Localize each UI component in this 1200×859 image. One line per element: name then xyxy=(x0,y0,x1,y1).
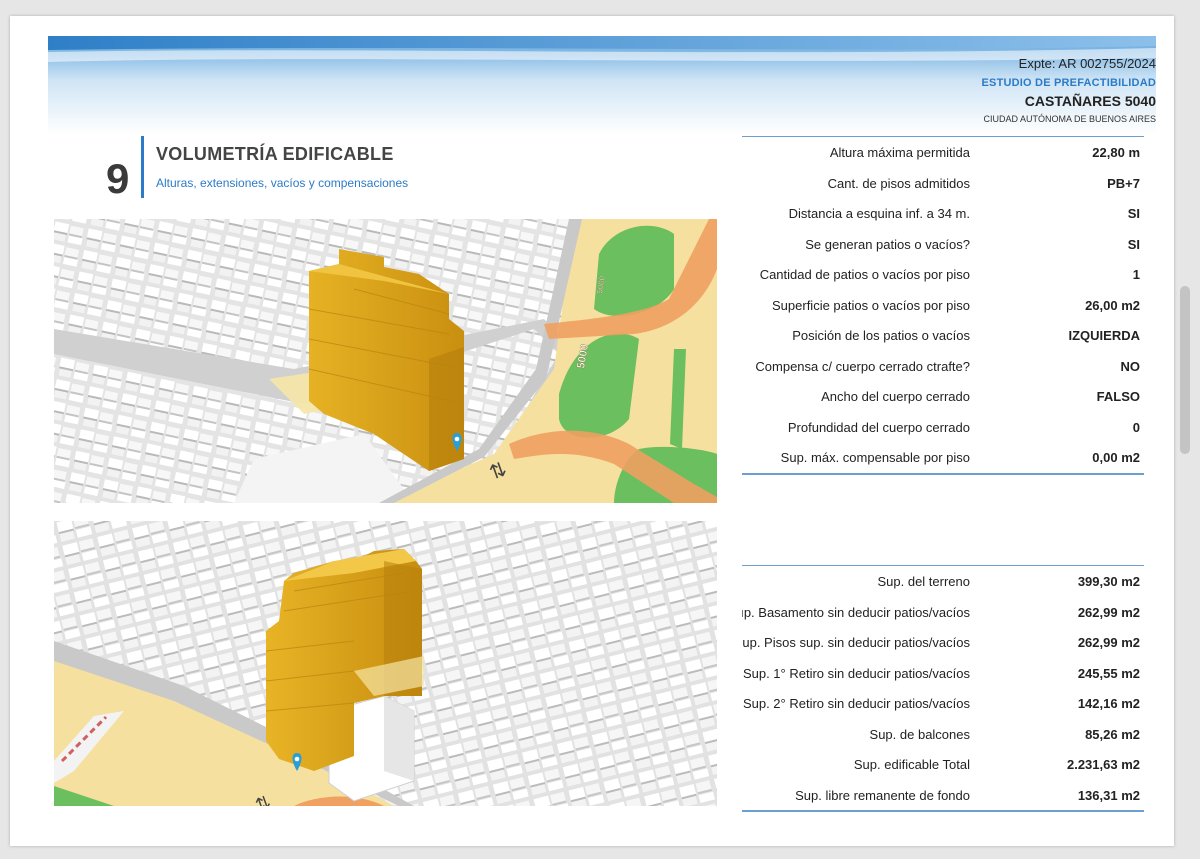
section-divider xyxy=(141,136,144,198)
row-value: 136,31 m2 xyxy=(1077,787,1140,803)
row-value: PB+7 xyxy=(1107,175,1140,191)
study-type: ESTUDIO DE PREFACTIBILIDAD xyxy=(981,77,1156,89)
row-value: 26,00 m2 xyxy=(1085,297,1140,313)
row-value: IZQUIERDA xyxy=(1068,328,1141,343)
table-row: Cant. de pisos admitidos PB+7 xyxy=(742,168,1144,199)
row-value: 0,00 m2 xyxy=(1092,450,1140,465)
table-row: Sup. edificable Total 2.231,63 m2 xyxy=(742,749,1144,780)
row-value: NO xyxy=(1120,358,1141,374)
table-row: Cantidad de patios o vacíos por piso 1 xyxy=(742,259,1144,290)
table-row: up. Pisos sup. sin deducir patios/vacíos… xyxy=(742,627,1144,658)
table-row: Se generan patios o vacíos? SI xyxy=(742,229,1144,260)
row-label: Sup. de balcones xyxy=(869,726,970,742)
row-label: ıp. Basamento sin deducir patios/vacíos xyxy=(742,604,970,620)
table-row: Sup. del terreno 399,30 m2 xyxy=(742,566,1144,597)
table-row: Sup. máx. compensable por piso 0,00 m2 xyxy=(742,442,1144,473)
table-row: Ancho del cuerpo cerrado FALSO xyxy=(742,381,1144,412)
table-row: Posición de los patios o vacíos IZQUIERDA xyxy=(742,320,1144,351)
row-value: SI xyxy=(1127,236,1140,252)
expediente-number: Expte: AR 002755/2024 xyxy=(1018,56,1156,71)
row-value: 245,55 m2 xyxy=(1077,665,1140,681)
row-value: 1 xyxy=(1132,267,1140,282)
row-value: 85,26 m2 xyxy=(1085,726,1140,742)
section-title: VOLUMETRÍA EDIFICABLE xyxy=(156,144,394,164)
section-subtitle: Alturas, extensiones, vacíos y compensac… xyxy=(156,176,409,190)
table-row: Sup. 2° Retiro sin deducir patios/vacíos… xyxy=(742,688,1144,719)
height-parameters-table: Altura máxima permitida 22,80 m Cant. de … xyxy=(742,136,1144,475)
row-value: 2.231,63 m2 xyxy=(1066,757,1140,772)
volumetry-3d-view-side: ⇅ xyxy=(54,521,717,806)
row-value: 0 xyxy=(1132,419,1140,435)
row-label: Cantidad de patios o vacíos por piso xyxy=(759,267,970,282)
row-value: 142,16 m2 xyxy=(1077,696,1140,711)
row-value: 262,99 m2 xyxy=(1077,635,1140,650)
document-page: Expte: AR 002755/2024 ESTUDIO DE PREFACT… xyxy=(10,16,1174,846)
row-label: Profundidad del cuerpo cerrado xyxy=(787,419,970,435)
table-row: Superficie patios o vacíos por piso 26,00… xyxy=(742,290,1144,321)
row-label: Superficie patios o vacíos por piso xyxy=(772,297,970,313)
city-name: CIUDAD AUTÓNOMA DE BUENOS AIRES xyxy=(983,114,1156,124)
table-row: Profundidad del cuerpo cerrado 0 xyxy=(742,412,1144,443)
table-row: Sup. 1° Retiro sin deducir patios/vacíos… xyxy=(742,658,1144,689)
row-label: Ancho del cuerpo cerrado xyxy=(821,389,970,404)
row-label: Sup. máx. compensable por piso xyxy=(780,450,970,465)
volumetry-3d-view-front: 5000 5000 ⇅ xyxy=(54,219,717,503)
row-label: Sup. 1° Retiro sin deducir patios/vacíos xyxy=(742,665,970,681)
row-label: Sup. libre remanente de fondo xyxy=(795,787,970,803)
table-row: Distancia a esquina inf. a 34 m. SI xyxy=(742,198,1144,229)
row-label: Sup. 2° Retiro sin deducir patios/vacíos xyxy=(742,696,970,711)
section-number: 9 xyxy=(106,155,130,202)
row-label: Cant. de pisos admitidos xyxy=(827,175,970,191)
row-label: Se generan patios o vacíos? xyxy=(805,236,970,252)
header-band: Expte: AR 002755/2024 ESTUDIO DE PREFACT… xyxy=(48,36,1156,134)
row-label: Sup. del terreno xyxy=(877,574,970,589)
property-address: CASTAÑARES 5040 xyxy=(1024,93,1156,109)
row-value: 22,80 m xyxy=(1092,145,1140,160)
row-label: Distancia a esquina inf. a 34 m. xyxy=(788,206,970,221)
table-row: Compensa c/ cuerpo cerrado ctrafte? NO xyxy=(742,351,1144,382)
table-row: Sup. libre remanente de fondo 136,31 m2 xyxy=(742,780,1144,811)
table-row: ıp. Basamento sin deducir patios/vacíos 2… xyxy=(742,597,1144,628)
surface-areas-table: Sup. del terreno 399,30 m2 ıp. Basamento … xyxy=(742,565,1144,812)
table-row: Sup. de balcones 85,26 m2 xyxy=(742,719,1144,750)
row-label: Sup. edificable Total xyxy=(853,757,970,772)
row-label: up. Pisos sup. sin deducir patios/vacíos xyxy=(742,635,970,650)
scrollbar[interactable] xyxy=(1180,286,1190,454)
row-value: 262,99 m2 xyxy=(1077,604,1140,620)
row-label: Compensa c/ cuerpo cerrado ctrafte? xyxy=(755,358,970,374)
row-value: 399,30 m2 xyxy=(1077,574,1140,589)
row-value: FALSO xyxy=(1096,389,1140,404)
row-label: Posición de los patios o vacíos xyxy=(792,328,970,343)
table-row: Altura máxima permitida 22,80 m xyxy=(742,137,1144,168)
row-label: Altura máxima permitida xyxy=(829,145,970,160)
row-value: SI xyxy=(1127,206,1140,221)
